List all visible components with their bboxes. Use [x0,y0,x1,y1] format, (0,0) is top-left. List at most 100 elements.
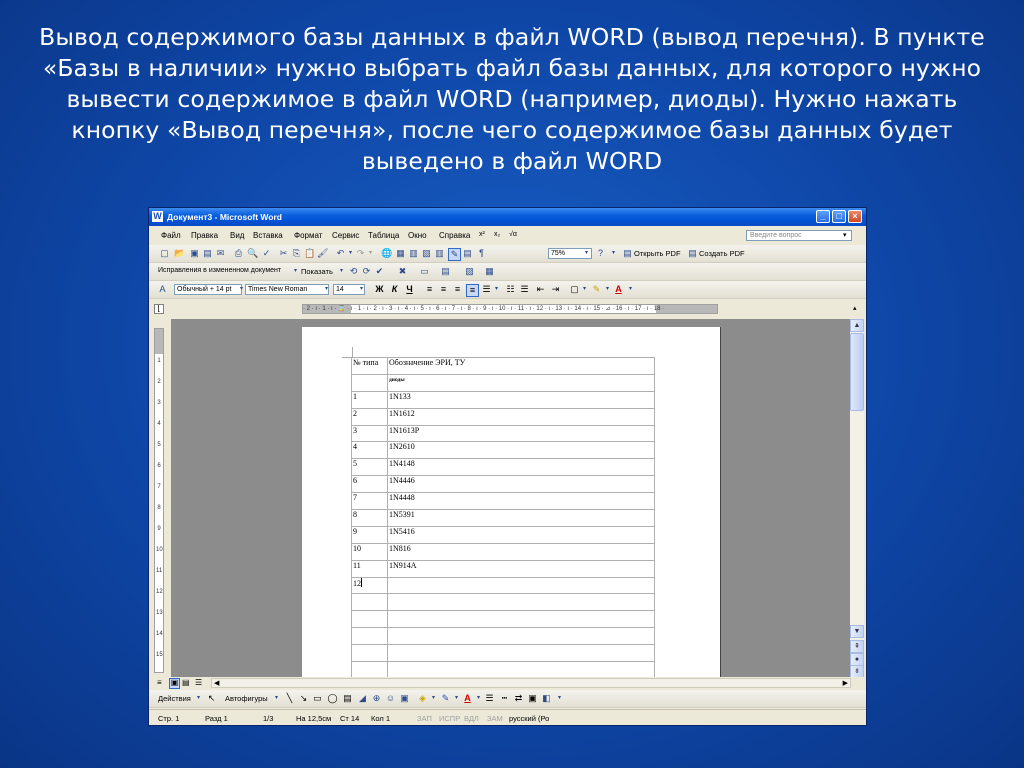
paste-icon[interactable]: 📋 [304,248,315,259]
select-objects-icon[interactable]: ↖ [206,693,217,704]
previous-change-icon[interactable]: ⟲ [348,266,359,277]
vertical-scrollbar[interactable]: ▲ ▼ ⇞ ● ⇟ [850,319,864,678]
decrease-indent-icon[interactable]: ⇤ [535,284,546,295]
table-row[interactable]: 1 1N133 [351,390,655,409]
document-table[interactable]: № типа Обозначение ЭРИ, ТУ диоды 1 1N133 2… [351,357,655,677]
tables-borders-icon[interactable]: ▦ [395,248,406,259]
word-icon[interactable]: W [152,211,163,222]
fill-color-icon[interactable]: ◈ [417,693,428,704]
empty-table-row[interactable] [351,644,655,663]
table-row[interactable]: 11 1N914A [351,559,655,578]
designation-cell[interactable]: 1N2610 [387,441,655,460]
chevron-down-icon[interactable]: ▾ [336,266,347,277]
vertical-ruler[interactable]: 1 2 3 4 5 6 7 8 9 10 11 12 13 14 15 [154,328,164,673]
designation-cell[interactable]: 1N1613P [387,424,655,443]
table-cell[interactable] [351,644,388,663]
clip-art-icon[interactable]: ☺ [385,693,396,704]
table-cell[interactable] [387,627,655,646]
diagram-icon[interactable]: ⊕ [371,693,382,704]
table-row[interactable]: 7 1N4448 [351,492,655,511]
pdf-open-icon[interactable]: ▤ [622,248,633,259]
chevron-down-icon[interactable]: ▾ [625,284,636,295]
status-record[interactable]: ЗАП [417,714,432,723]
minimize-button[interactable]: _ [816,210,830,223]
type-number-cell[interactable]: 8 [351,509,388,527]
designation-cell[interactable]: 1N4148 [387,458,655,477]
superscript-icon[interactable]: x² [479,231,485,238]
insert-table-icon[interactable]: ▥ [408,248,419,259]
type-number-cell[interactable]: 3 [351,424,388,443]
chevron-down-icon[interactable]: ▾ [473,693,484,704]
scroll-up-button[interactable]: ▲ [850,319,864,332]
empty-table-row[interactable] [351,661,655,677]
type-number-cell[interactable]: 5 [351,458,388,477]
oval-icon[interactable]: ◯ [327,693,338,704]
arrow-style-icon[interactable]: ⇄ [513,693,524,704]
bullets-icon[interactable]: ☰ [519,284,530,295]
menu-window[interactable]: Окно [408,231,427,240]
spelling-icon[interactable]: ✓ [261,248,272,259]
underline-button[interactable]: Ч [404,284,415,295]
chevron-down-icon[interactable]: ▾ [581,248,592,259]
print-preview-icon[interactable]: 🔍 [247,248,258,259]
maximize-button[interactable]: □ [832,210,846,223]
chevron-down-icon[interactable]: ▾ [271,693,282,704]
permission-icon[interactable]: ▤ [202,248,213,259]
table-cell[interactable] [351,593,388,612]
open-pdf-button[interactable]: Открыть PDF [634,249,681,258]
designation-cell[interactable]: 1N4446 [387,475,655,494]
table-cell[interactable] [351,610,388,629]
type-number-cell[interactable]: 11 [351,559,388,578]
menu-help[interactable]: Справка [439,231,470,240]
new-document-icon[interactable]: ▢ [159,248,170,259]
document-map-icon[interactable]: ▤ [462,248,473,259]
type-number-cell[interactable]: 7 [351,492,388,511]
sqrt-icon[interactable]: √α [509,231,517,238]
reject-change-icon[interactable]: ✖ [397,266,408,277]
copy-icon[interactable]: ⎘ [291,248,302,259]
menu-insert[interactable]: Вставка [253,231,283,240]
print-layout-icon[interactable]: ▣ [169,678,180,689]
highlight-icon[interactable]: ▤ [440,266,451,277]
save-icon[interactable]: ▣ [189,248,200,259]
help-icon[interactable]: ? [595,248,606,259]
chevron-down-icon[interactable]: ▾ [608,248,619,259]
align-right-icon[interactable]: ≡ [452,284,463,295]
next-change-icon[interactable]: ⟳ [361,266,372,277]
hyperlink-icon[interactable]: 🌐 [381,248,392,259]
menu-view[interactable]: Вид [230,231,244,240]
header-cell-designation[interactable]: Обозначение ЭРИ, ТУ [387,357,655,375]
chevron-down-icon[interactable]: ▾ [554,693,565,704]
type-number-cell[interactable]: 6 [351,475,388,494]
type-number-cell[interactable]: 4 [351,441,388,460]
chevron-down-icon[interactable]: ▾ [290,266,301,277]
text-box-icon[interactable]: ▤ [342,693,353,704]
table-cell[interactable] [351,373,388,392]
font-color-icon[interactable]: A [613,284,624,295]
justify-icon[interactable]: ≡ [466,284,479,297]
font-color-icon[interactable]: A [462,693,473,704]
chevron-down-icon[interactable]: ▾ [843,231,847,239]
horizontal-scrollbar[interactable]: ◀ ▶ [211,678,851,688]
title-bar[interactable]: W Документ3 - Microsoft Word _ □ × [149,208,866,226]
subscript-icon[interactable]: x₂ [494,231,500,238]
track-changes-icon[interactable]: ▨ [464,266,475,277]
bold-button[interactable]: Ж [374,284,385,295]
empty-table-row[interactable] [351,593,655,612]
comment-icon[interactable]: ▭ [419,266,430,277]
type-number-cell[interactable]: 1 [351,390,388,409]
header-cell-type[interactable]: № типа [351,357,388,375]
document-page[interactable]: № типа Обозначение ЭРИ, ТУ диоды 1 1N133 2… [302,327,721,677]
help-search-input[interactable]: Введите вопрос [746,230,852,241]
accept-change-icon[interactable]: ✔ [374,266,385,277]
table-cell[interactable] [351,661,388,677]
status-extend[interactable]: ВДЛ [464,714,479,723]
chevron-down-icon[interactable]: ▾ [193,693,204,704]
menu-format[interactable]: Формат [294,231,322,240]
scroll-down-button[interactable]: ▼ [850,625,864,638]
create-pdf-button[interactable]: Создать PDF [699,249,745,258]
chevron-down-icon[interactable]: ▾ [451,693,462,704]
designation-cell[interactable]: 1N133 [387,390,655,409]
table-cell[interactable] [387,644,655,663]
designation-cell[interactable]: 1N5391 [387,509,655,527]
